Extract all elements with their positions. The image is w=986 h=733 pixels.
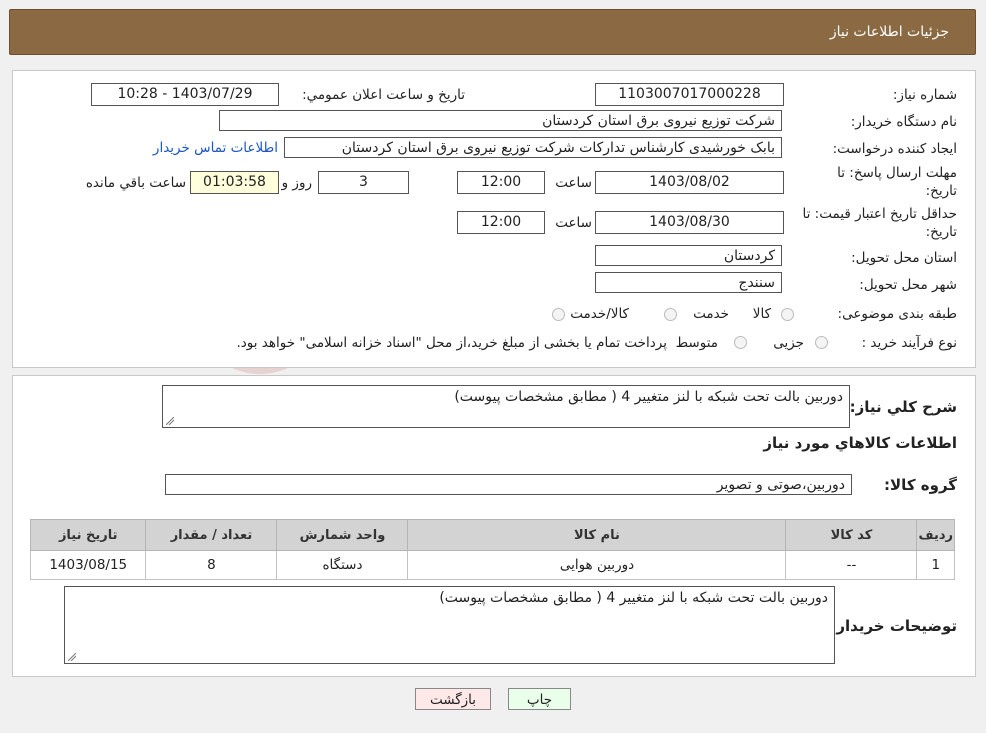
category-radio-goods[interactable]: [781, 308, 794, 321]
province-field: کردستان: [595, 245, 782, 266]
col-header-need-date: تاريخ نياز: [29, 519, 147, 551]
category-label: طبقه بندی موضوعی:: [837, 306, 957, 322]
days-word: روز و: [281, 175, 312, 191]
buyer-contact-link[interactable]: اطلاعات تماس خريدار: [153, 140, 278, 156]
col-header-row-number: رديف: [916, 519, 955, 551]
table-row: 1 -- دوربین هوایی دستگاه 8 1403/08/15: [29, 550, 955, 580]
process-radio-minor[interactable]: [815, 336, 828, 349]
cell-row-number: 1: [916, 550, 955, 580]
goods-table: رديف کد کالا نام کالا واحد شمارش تعداد /…: [29, 519, 955, 580]
category-option-service: خدمت: [693, 306, 729, 322]
validity-label-line2: تاريخ:: [925, 224, 957, 240]
category-radio-goods-service[interactable]: [552, 308, 565, 321]
buyer-notes-text: دوربین بالت تحت شبکه با لنز متغییر 4 ( م…: [439, 590, 828, 606]
page-header: جزئیات اطلاعات نیاز: [9, 9, 976, 55]
col-header-unit: واحد شمارش: [276, 519, 409, 551]
cell-unit: دستگاه: [276, 550, 409, 580]
days-field: 3: [318, 171, 409, 194]
announce-label: تاريخ و ساعت اعلان عمومي:: [302, 87, 465, 103]
summary-text: دوربین بالت تحت شبکه با لنز متغییر 4 ( م…: [454, 389, 843, 405]
col-header-item-code: کد کالا: [785, 519, 918, 551]
summary-label: شرح کلي نياز:: [849, 398, 957, 416]
goods-table-header-row: رديف کد کالا نام کالا واحد شمارش تعداد /…: [29, 519, 955, 551]
deadline-time-field: 12:00: [457, 171, 545, 194]
remaining-time-field: 01:03:58: [190, 171, 279, 194]
validity-label-line1: حداقل تاريخ اعتبار قيمت: تا: [802, 206, 957, 222]
province-label: استان محل تحويل:: [851, 250, 957, 266]
deadline-time-word: ساعت: [555, 175, 592, 191]
back-button[interactable]: بازگشت: [415, 688, 491, 710]
creator-label: ايجاد کننده درخواست:: [832, 141, 957, 157]
goods-group-label: گروه کالا:: [884, 476, 957, 494]
buyer-notes-field: دوربین بالت تحت شبکه با لنز متغییر 4 ( م…: [64, 586, 835, 664]
process-label: نوع فرآيند خريد :: [861, 335, 957, 351]
buyer-notes-label: توضيحات خريدار:: [830, 617, 957, 635]
announce-datetime-field: 1403/07/29 - 10:28: [91, 83, 279, 106]
remaining-time-word: ساعت باقي مانده: [85, 175, 186, 191]
cell-item-name: دوربین هوایی: [407, 550, 787, 580]
process-radio-medium[interactable]: [734, 336, 747, 349]
buyer-org-label: نام دستگاه خريدار:: [850, 114, 957, 130]
validity-time-word: ساعت: [555, 215, 592, 231]
deadline-date-field: 1403/08/02: [595, 171, 784, 194]
deadline-label-line1: مهلت ارسال پاسخ: تا: [837, 165, 957, 181]
need-number-label: شماره نیاز:: [892, 87, 957, 103]
col-header-quantity: تعداد / مقدار: [145, 519, 278, 551]
category-option-goods-service: کالا/خدمت: [570, 306, 629, 322]
process-note: پرداخت تمام يا بخشی از مبلغ خريد،از محل …: [236, 335, 667, 351]
city-label: شهر محل تحويل:: [859, 277, 957, 293]
process-option-medium: متوسط: [675, 335, 718, 351]
goods-info-title: اطلاعات کالاهاي مورد نياز: [763, 434, 957, 452]
validity-date-field: 1403/08/30: [595, 211, 784, 234]
cell-quantity: 8: [145, 550, 278, 580]
creator-field: بابک خورشیدی کارشناس تدارکات شرکت توزیع …: [284, 137, 782, 158]
print-button[interactable]: چاپ: [508, 688, 571, 710]
city-field: سنندج: [595, 272, 782, 293]
resize-grip-icon[interactable]: [166, 417, 174, 425]
summary-field: دوربین بالت تحت شبکه با لنز متغییر 4 ( م…: [162, 385, 850, 428]
col-header-item-name: نام کالا: [407, 519, 787, 551]
goods-group-field: دوربین،صوتی و تصویر: [165, 474, 852, 495]
deadline-label-line2: تاريخ:: [925, 183, 957, 199]
cell-need-date: 1403/08/15: [29, 550, 147, 580]
resize-grip-icon[interactable]: [68, 653, 76, 661]
category-radio-service[interactable]: [664, 308, 677, 321]
validity-time-field: 12:00: [457, 211, 545, 234]
cell-item-code: --: [785, 550, 918, 580]
need-number-field: 1103007017000228: [595, 83, 784, 106]
buyer-org-field: شرکت توزیع نیروی برق استان کردستان: [219, 110, 782, 131]
category-option-goods: کالا: [752, 306, 771, 322]
page-title: جزئیات اطلاعات نیاز: [829, 24, 949, 40]
process-option-minor: جزیی: [773, 335, 804, 351]
